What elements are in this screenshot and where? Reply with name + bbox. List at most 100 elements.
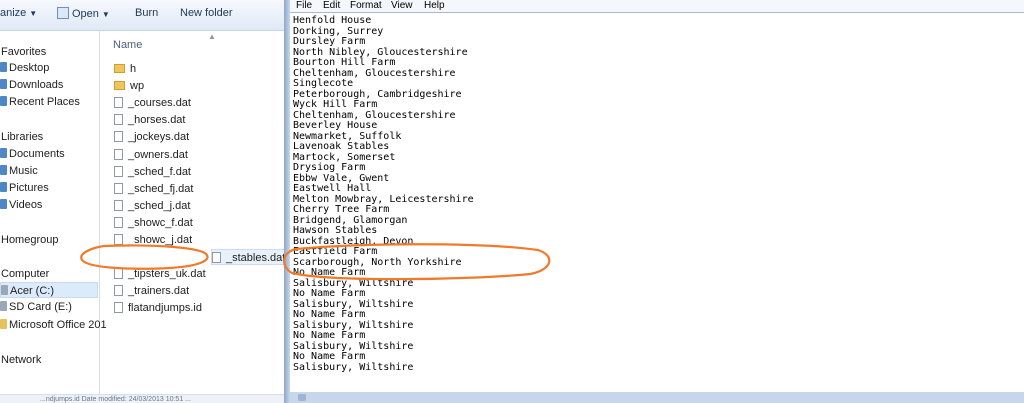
column-header-name[interactable]: Name: [113, 39, 142, 51]
text-line: Eastfield Farm: [293, 246, 378, 257]
text-lines: Henfold House Dorking, Surrey Dursley Farm…: [293, 15, 474, 373]
horizontal-scrollbar[interactable]: [290, 392, 1024, 403]
drive-icon: [1, 285, 8, 295]
text-line: Salisbury, Wiltshire: [293, 361, 414, 373]
nav-acer-label: Acer (C:): [10, 285, 54, 297]
file-item[interactable]: _courses.dat: [114, 95, 284, 111]
file-item[interactable]: _stables.dat: [211, 249, 284, 266]
nav-libraries[interactable]: Libraries: [1, 129, 43, 145]
file-icon: [114, 165, 123, 177]
file-item[interactable]: _owners.dat: [114, 147, 284, 163]
file-name: _horses.dat: [128, 114, 186, 127]
file-item[interactable]: _jockeys.dat: [114, 129, 284, 145]
organize-button[interactable]: anize ▼: [0, 7, 37, 19]
menu-help[interactable]: Help: [424, 0, 445, 12]
nav-computer[interactable]: Computer: [1, 266, 49, 282]
downloads-icon: [0, 79, 7, 89]
file-icon: [114, 234, 123, 245]
nav-music[interactable]: Music: [0, 163, 38, 179]
chevron-down-icon[interactable]: ▼: [102, 10, 110, 19]
nav-ms-office[interactable]: Microsoft Office 201: [0, 317, 107, 333]
notepad-window: File Edit Format View Help Henfold House…: [284, 0, 1024, 403]
explorer-window: anize ▼ Open ▼ Burn New folder Favorites D…: [0, 0, 284, 403]
menu-view[interactable]: View: [391, 0, 413, 12]
text-line: Beverley House: [293, 120, 378, 131]
file-name: _showc_j.dat: [128, 234, 193, 246]
nav-network[interactable]: Network: [1, 352, 41, 368]
menu-format[interactable]: Format: [350, 0, 382, 12]
file-item[interactable]: flatandjumps.id: [114, 300, 284, 316]
file-item[interactable]: _trainers.dat: [114, 283, 284, 299]
folder-icon: [114, 64, 125, 73]
videos-icon: [0, 199, 7, 209]
folder-icon: [114, 81, 125, 91]
sort-ascending-icon: ▲: [208, 32, 216, 41]
file-name: _sched_fj.dat: [128, 182, 194, 195]
nav-documents[interactable]: Documents: [0, 146, 65, 162]
file-name: _owners.dat: [128, 148, 188, 161]
file-item[interactable]: _sched_f.dat: [114, 164, 284, 180]
desktop-icon: [0, 62, 7, 72]
file-item[interactable]: _showc_f.dat: [114, 215, 284, 231]
text-line: No Name Farm: [293, 288, 366, 299]
nav-videos-label: Videos: [9, 199, 43, 211]
file-name: _showc_f.dat: [128, 216, 193, 229]
nav-recent-places-label: Recent Places: [9, 96, 80, 108]
file-icon: [114, 302, 123, 314]
file-name: _courses.dat: [128, 97, 191, 110]
explorer-toolbar: anize ▼ Open ▼ Burn New folder: [0, 0, 284, 31]
text-line: Eastwell Hall: [293, 183, 372, 194]
menu-edit[interactable]: Edit: [323, 0, 340, 12]
new-folder-button[interactable]: New folder: [180, 7, 233, 19]
file-icon: [114, 114, 123, 126]
file-icon: [114, 97, 123, 109]
text-line: Lavenoak Stables: [293, 141, 390, 152]
nav-homegroup[interactable]: Homegroup: [1, 232, 58, 248]
file-item[interactable]: _tipsters_uk.dat: [114, 266, 284, 282]
file-name: wp: [130, 80, 145, 93]
nav-acer-drive[interactable]: Acer (C:): [0, 282, 98, 298]
office-drive-icon: [0, 319, 7, 329]
navigation-pane: Favorites Desktop Downloads Recent Place…: [0, 31, 107, 403]
status-bar: ...ndjumps.id Date modified: 24/03/2013 …: [0, 394, 284, 403]
nav-downloads[interactable]: Downloads: [0, 77, 63, 93]
nav-desktop-label: Desktop: [9, 62, 50, 74]
file-item[interactable]: _showc_j.dat: [114, 232, 284, 248]
nav-ms-office-label: Microsoft Office 201: [9, 319, 107, 331]
open-icon: [57, 7, 69, 19]
text-editor[interactable]: Henfold House Dorking, Surrey Dursley Farm…: [290, 12, 1024, 392]
text-line: Dursley Farm: [293, 36, 366, 47]
file-icon: [212, 252, 221, 264]
nav-desktop[interactable]: Desktop: [0, 60, 49, 76]
file-name: h: [130, 63, 137, 75]
scroll-thumb[interactable]: [298, 394, 306, 401]
menu-file[interactable]: File: [296, 0, 312, 12]
file-item[interactable]: h: [114, 61, 284, 77]
chevron-down-icon: ▼: [29, 9, 38, 18]
file-name: _sched_j.dat: [128, 199, 191, 212]
text-line: Hawson Stables: [293, 225, 378, 236]
open-button[interactable]: Open ▼: [57, 7, 110, 20]
nav-documents-label: Documents: [9, 148, 65, 160]
pictures-icon: [0, 182, 7, 192]
file-name: _trainers.dat: [128, 285, 190, 298]
nav-recent-places[interactable]: Recent Places: [0, 94, 80, 110]
nav-sd-card[interactable]: SD Card (E:): [0, 299, 72, 315]
nav-pictures[interactable]: Pictures: [0, 180, 49, 196]
nav-videos[interactable]: Videos: [0, 197, 42, 213]
text-line: No Name Farm: [293, 351, 366, 362]
text-line: No Name Farm: [293, 267, 366, 278]
recent-places-icon: [0, 96, 7, 106]
nav-favorites[interactable]: Favorites: [1, 44, 46, 60]
burn-button[interactable]: Burn: [135, 7, 158, 19]
text-line: No Name Farm: [293, 309, 366, 320]
file-item[interactable]: _sched_j.dat: [114, 198, 284, 214]
organize-label: anize: [0, 7, 27, 19]
file-item[interactable]: wp: [114, 78, 284, 94]
sd-card-icon: [0, 301, 7, 311]
file-icon: [114, 199, 123, 211]
file-item[interactable]: _horses.dat: [114, 112, 284, 128]
file-name: _sched_f.dat: [128, 165, 191, 178]
file-item[interactable]: _sched_fj.dat: [114, 181, 284, 197]
text-line: Drysiog Farm: [293, 162, 366, 173]
